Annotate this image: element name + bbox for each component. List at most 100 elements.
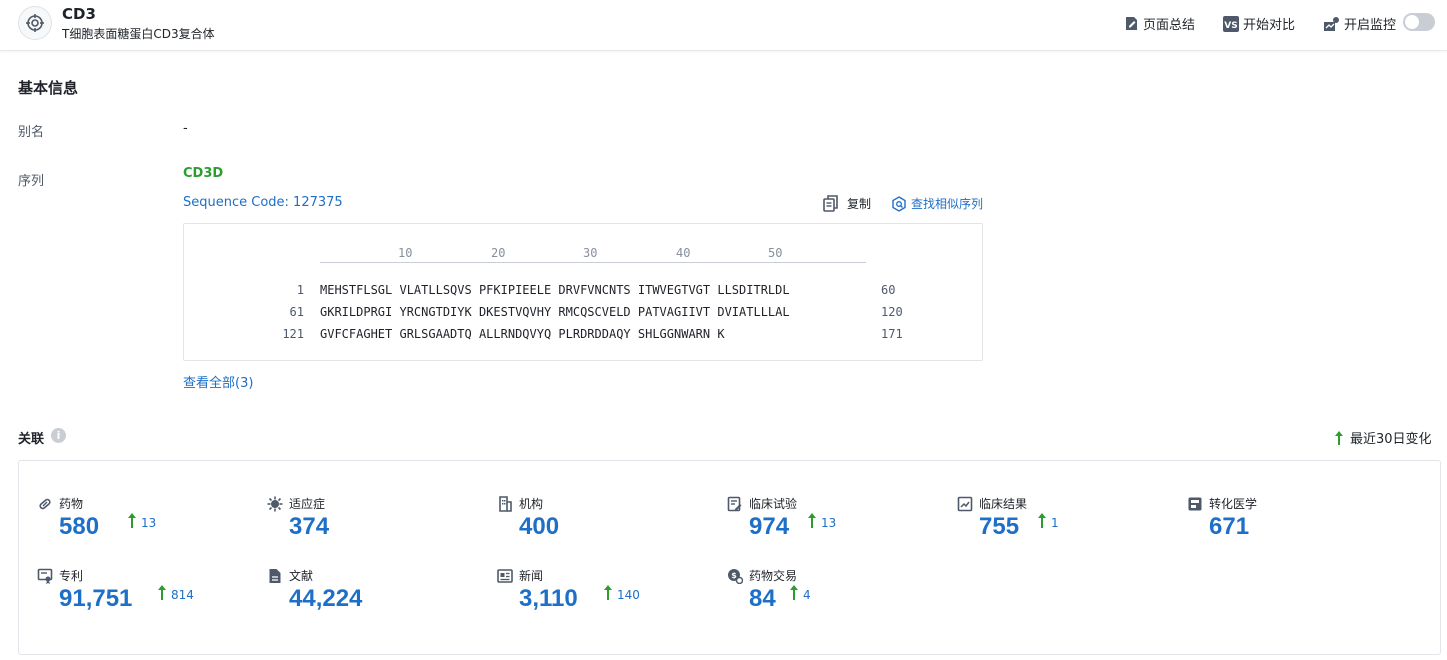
ruler-tick: 10 [398, 246, 413, 260]
related-title: 关联 [18, 432, 45, 447]
stat-label: 专利 [59, 569, 84, 583]
page-summary-label: 页面总结 [1143, 18, 1196, 33]
sequence-code-link[interactable]: Sequence Code: 127375 [183, 195, 343, 210]
ruler-line [320, 262, 866, 263]
basic-info-title: 基本信息 [18, 79, 79, 97]
clinical-trial-icon [727, 496, 742, 511]
recent-change-legend: 最近30日变化 [1334, 428, 1432, 447]
stat-card-indication[interactable]: 适应症 374 [267, 495, 467, 557]
up-arrow-icon [1038, 513, 1046, 528]
stat-value: 755 [979, 513, 1020, 540]
stat-value: 91,751 [59, 585, 133, 612]
stat-delta: 1 [1051, 516, 1059, 530]
stat-delta: 13 [141, 516, 157, 530]
stat-label: 临床试验 [749, 497, 798, 511]
stat-label: 药物 [59, 497, 84, 511]
stat-card-clinical-trial[interactable]: 临床试验 974 13 [727, 495, 927, 557]
summary-icon [1126, 17, 1137, 30]
stat-label: 新闻 [519, 569, 544, 583]
stat-delta: 814 [171, 588, 194, 602]
stat-label: 适应症 [289, 497, 326, 511]
stat-value: 84 [749, 585, 776, 612]
sequence-end-index: 171 [881, 327, 903, 341]
sequence-line: GKRILDPRGI YRCNGTDIYK DKESTVQVHY RMCQSCV… [320, 305, 790, 319]
find-similar-icon [892, 195, 906, 212]
svg-text:VS: VS [1224, 21, 1237, 31]
stat-label: 转化医学 [1209, 497, 1258, 511]
stat-card-drug[interactable]: 药物 580 13 [37, 495, 237, 557]
monitor-icon [1324, 16, 1339, 31]
stat-value: 580 [59, 513, 100, 540]
stat-value: 974 [749, 513, 790, 540]
up-arrow-icon [790, 585, 798, 600]
gene-name: CD3D [183, 166, 224, 181]
start-compare-button[interactable]: VS 开始对比 [1223, 14, 1295, 33]
target-logo-icon [18, 6, 52, 40]
document-icon [269, 568, 281, 583]
start-monitor-label: 开启监控 [1344, 18, 1397, 33]
stat-card-translational-medicine[interactable]: 转化医学 671 [1187, 495, 1387, 557]
translational-icon [1188, 497, 1202, 510]
building-icon [499, 495, 512, 512]
stat-value: 374 [289, 513, 330, 540]
sequence-line: MEHSTFLSGL VLATLLSQVS PFKIPIEELE DRVFVNC… [320, 283, 790, 297]
stat-value: 400 [519, 513, 560, 540]
find-similar-sequence-button[interactable]: 查找相似序列 [891, 195, 983, 212]
sequence-end-index: 60 [881, 283, 896, 297]
sequence-end-index: 120 [881, 305, 903, 319]
alias-label: 别名 [18, 125, 45, 140]
up-arrow-icon [158, 585, 166, 600]
sequence-line: GVFCFAGHET GRLSGAADTQ ALLRNDQVYQ PLRDRDD… [320, 327, 725, 341]
sequence-start-index: 1 [296, 283, 304, 297]
page-title: CD3 [62, 5, 96, 23]
ruler-tick: 50 [768, 246, 783, 260]
copy-icon [823, 195, 838, 212]
stat-card-drug-deal[interactable]: $ 药物交易 84 4 [727, 567, 927, 629]
alias-value: - [183, 121, 188, 136]
up-arrow-icon [808, 513, 816, 528]
related-stats-panel: 药物 580 13 适应症 374 机构 400 临床试验 974 13 临床结… [18, 460, 1441, 655]
deal-icon: $ [728, 568, 743, 584]
ruler-tick: 40 [676, 246, 691, 260]
stat-value: 671 [1209, 513, 1250, 540]
stat-label: 机构 [519, 497, 544, 511]
stat-label: 文献 [289, 569, 314, 583]
stat-card-organization[interactable]: 机构 400 [497, 495, 697, 557]
view-all-link[interactable]: 查看全部(3) [183, 372, 253, 391]
sequence-start-index: 121 [282, 327, 304, 341]
monitor-toggle[interactable] [1403, 13, 1435, 31]
virus-icon [267, 496, 283, 511]
stat-card-literature[interactable]: 文献 44,224 [267, 567, 467, 629]
stat-delta: 4 [803, 588, 811, 602]
stat-value: 3,110 [519, 585, 578, 612]
stat-delta: 13 [821, 516, 837, 530]
news-icon [497, 568, 513, 583]
start-compare-label: 开始对比 [1243, 18, 1296, 33]
up-arrow-icon [604, 585, 612, 600]
stat-card-news[interactable]: 新闻 3,110 140 [497, 567, 697, 629]
vs-icon: VS [1223, 15, 1239, 32]
ruler-tick: 30 [583, 246, 598, 260]
sequence-box: 10 20 30 40 50 1 MEHSTFLSGL VLATLLSQVS P… [183, 223, 983, 361]
patent-icon [37, 568, 53, 584]
copy-button[interactable]: 复制 [823, 195, 871, 212]
pill-icon [39, 498, 51, 509]
stat-card-patent[interactable]: 专利 91,751 814 [37, 567, 237, 629]
up-arrow-icon [1335, 430, 1343, 445]
stat-label: 药物交易 [749, 569, 798, 583]
stat-delta: 140 [617, 588, 640, 602]
clinical-result-icon [957, 496, 973, 511]
stat-label: 临床结果 [979, 497, 1028, 511]
ruler-tick: 20 [491, 246, 506, 260]
info-icon[interactable]: i [51, 428, 66, 443]
stat-value: 44,224 [289, 585, 363, 612]
up-arrow-icon [128, 513, 136, 528]
find-similar-label: 查找相似序列 [911, 197, 984, 211]
stat-card-clinical-result[interactable]: 临床结果 755 1 [957, 495, 1157, 557]
recent-change-label: 最近30日变化 [1350, 432, 1432, 447]
sequence-start-index: 61 [289, 305, 304, 319]
page-summary-button[interactable]: 页面总结 [1124, 14, 1195, 33]
start-monitor-button[interactable]: 开启监控 [1323, 14, 1396, 33]
page-subtitle: T细胞表面糖蛋白CD3复合体 [62, 27, 215, 41]
sequence-label: 序列 [18, 174, 45, 189]
